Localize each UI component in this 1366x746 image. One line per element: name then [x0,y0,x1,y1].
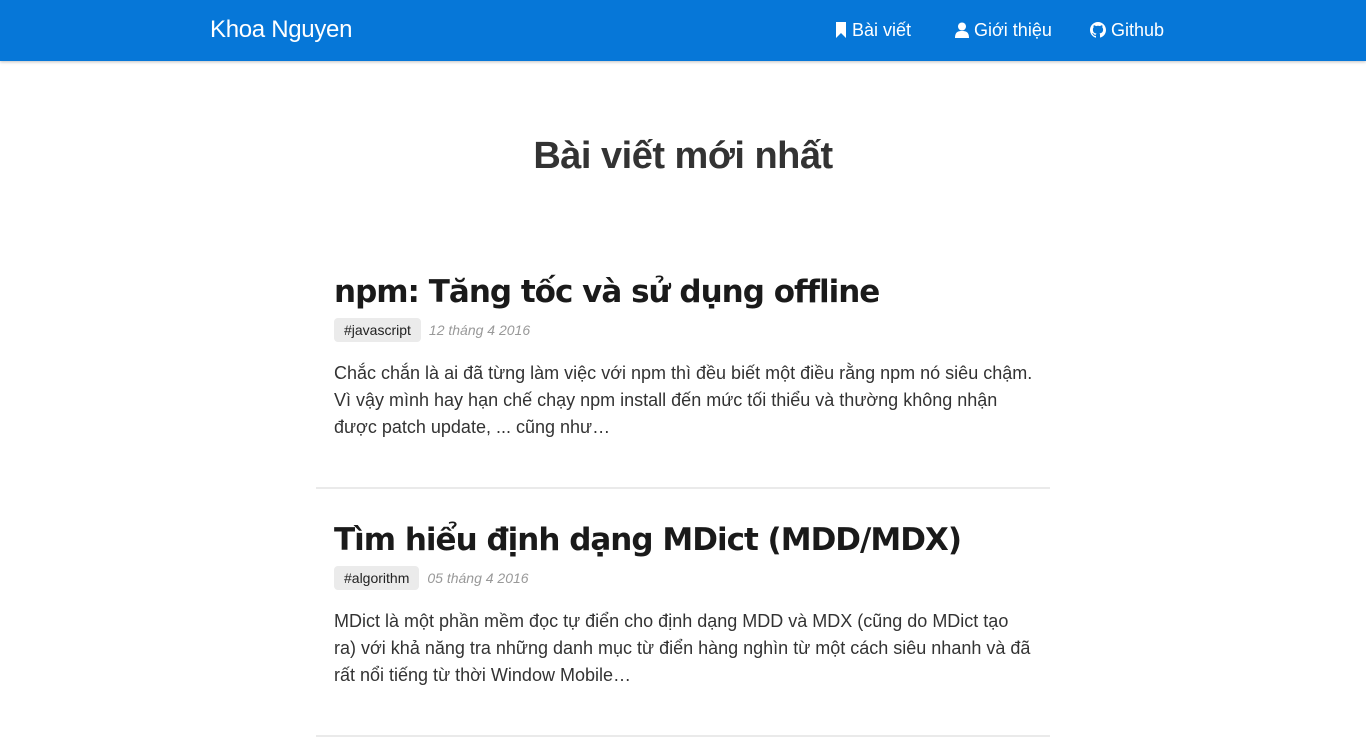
nav-link-posts-label: Bài viết [852,19,912,40]
nav-link-about-label: Giới thiệu [974,19,1052,40]
post-tag[interactable]: #algorithm [334,566,420,590]
post-meta: #javascript 12 tháng 4 2016 [334,318,1034,342]
page-title: Bài viết mới nhất [533,135,833,177]
post-excerpt: MDict là một phần mềm đọc tự điển cho đị… [334,611,1031,685]
post-date: 05 tháng 4 2016 [427,570,529,586]
post-date: 12 tháng 4 2016 [428,322,531,338]
brand-link[interactable]: Khoa Nguyen [210,16,352,44]
post-meta: #algorithm 05 tháng 4 2016 [334,566,1034,590]
post-item: npm: Tăng tốc và sử dụng offline #javasc… [334,270,1034,441]
post-title-link[interactable]: Tìm hiểu định dạng MDict (MDD/MDX) [334,518,1034,562]
github-icon [1090,22,1106,38]
bookmark-icon [836,22,846,38]
post-title-link[interactable]: npm: Tăng tốc và sử dụng offline [334,270,1034,314]
navbar: Khoa Nguyen Bài viết Giới thiệu Github [0,0,1366,61]
post-divider [316,735,1050,737]
nav-link-github[interactable]: Github [1090,19,1164,41]
post-divider [316,487,1050,489]
post-tag[interactable]: #javascript [334,318,421,342]
nav-link-about[interactable]: Giới thiệu [955,19,1052,41]
nav-link-posts[interactable]: Bài viết [835,19,911,41]
post-excerpt: Chắc chắn là ai đã từng làm việc với npm… [334,363,1033,437]
nav-link-github-label: Github [1111,19,1165,40]
post-item: Tìm hiểu định dạng MDict (MDD/MDX) #algo… [334,518,1034,689]
user-icon [955,22,969,38]
